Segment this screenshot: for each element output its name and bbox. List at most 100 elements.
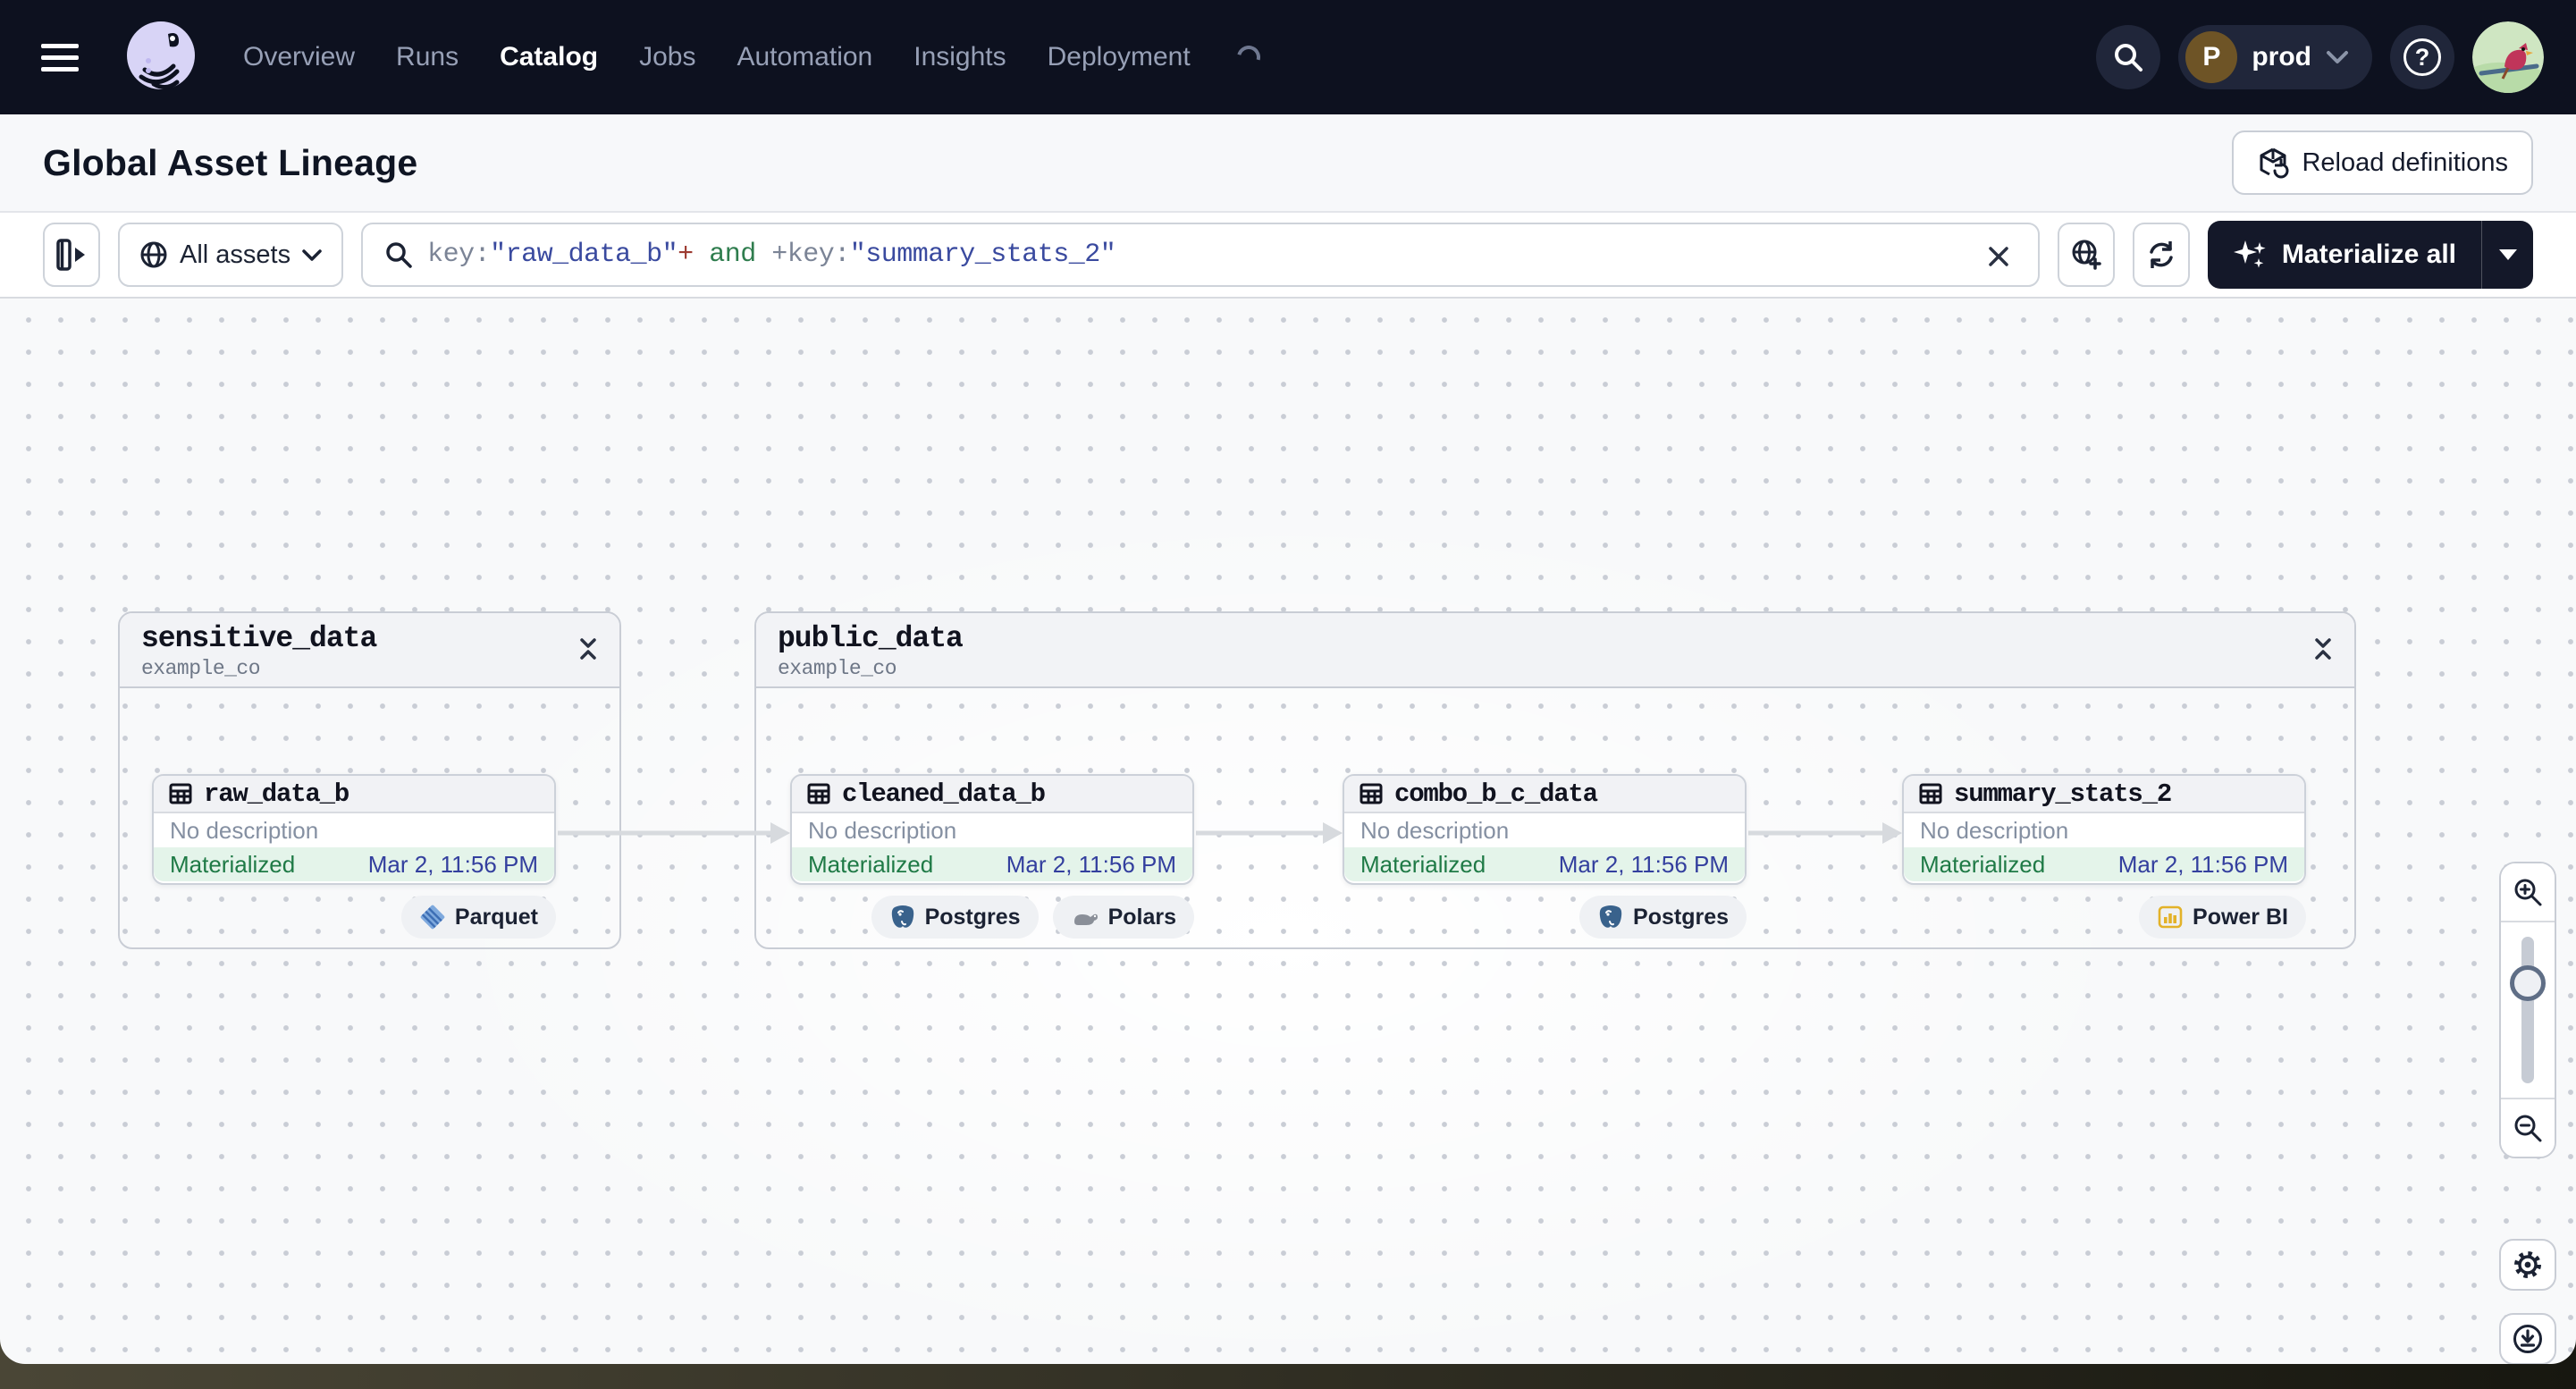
search-query-text: key:"raw_data_b"+ and +key:"summary_stat… xyxy=(427,240,1116,270)
materialize-all-button[interactable]: Materialize all xyxy=(2208,221,2481,289)
asset-scope-label: All assets xyxy=(180,240,291,269)
environment-avatar: P xyxy=(2185,31,2238,83)
refresh-graph-button[interactable] xyxy=(2132,223,2190,287)
asset-name: summary_stats_2 xyxy=(1954,779,2172,809)
help-button[interactable]: ? xyxy=(2390,25,2454,89)
search-button[interactable] xyxy=(2096,25,2161,89)
asset-node-raw-data-b[interactable]: raw_data_b No description Materialized M… xyxy=(152,774,556,885)
zoom-in-button[interactable] xyxy=(2501,863,2555,921)
refresh-icon xyxy=(2150,241,2173,268)
zoom-slider-track xyxy=(2521,937,2534,1083)
asset-node-header: raw_data_b xyxy=(154,776,554,813)
asset-node-combo-b-c-data[interactable]: combo_b_c_data No description Materializ… xyxy=(1343,774,1747,885)
reload-definitions-button[interactable]: Reload definitions xyxy=(2232,130,2533,195)
table-icon xyxy=(807,783,830,804)
nav-item-automation[interactable]: Automation xyxy=(737,42,872,72)
asset-description: No description xyxy=(1360,816,1510,844)
asset-status-row: Materialized Mar 2, 11:56 PM xyxy=(1904,847,2304,881)
filter-scope-button[interactable] xyxy=(2057,223,2115,287)
tag-label: Parquet xyxy=(454,904,538,930)
collapse-group-icon[interactable] xyxy=(577,636,600,661)
page-title: Global Asset Lineage xyxy=(43,141,418,183)
group-header: public_data example_co xyxy=(756,613,2354,688)
group-name: sensitive_data xyxy=(141,622,377,655)
materialize-options-button[interactable] xyxy=(2481,221,2533,289)
environment-switcher[interactable]: P prod xyxy=(2178,25,2372,89)
parquet-icon xyxy=(420,905,445,930)
table-icon xyxy=(1919,783,1942,804)
asset-description: No description xyxy=(808,816,957,844)
search-icon xyxy=(2115,44,2143,72)
tag-power-bi[interactable]: Power BI xyxy=(2139,896,2306,939)
search-icon xyxy=(386,242,412,268)
collapse-group-icon[interactable] xyxy=(2311,636,2335,661)
gear-icon xyxy=(2514,1251,2541,1278)
group-location: example_co xyxy=(778,657,897,680)
group-location: example_co xyxy=(141,657,261,680)
asset-description: No description xyxy=(1920,816,2069,844)
asset-name: raw_data_b xyxy=(204,779,349,809)
lineage-toolbar: All assets key:"raw_data_b"+ and +key:"s… xyxy=(0,213,2576,299)
asset-node-cleaned-data-b[interactable]: cleaned_data_b No description Materializ… xyxy=(790,774,1194,885)
asset-status-row: Materialized Mar 2, 11:56 PM xyxy=(154,847,554,881)
tag-postgres[interactable]: Postgres xyxy=(1579,896,1747,939)
graph-settings-button[interactable] xyxy=(2499,1239,2556,1291)
asset-tags-raw-data-b: Parquet xyxy=(152,896,556,939)
zoom-slider[interactable] xyxy=(2501,921,2555,1099)
asset-tags-summary-stats-2: Power BI xyxy=(1902,896,2306,939)
zoom-slider-handle[interactable] xyxy=(2510,965,2546,1001)
zoom-in-icon xyxy=(2514,879,2542,906)
chevron-down-icon xyxy=(302,249,322,261)
nav-item-insights[interactable]: Insights xyxy=(913,42,1006,72)
open-panel-icon xyxy=(56,239,85,271)
nav-item-overview[interactable]: Overview xyxy=(243,42,355,72)
asset-status-row: Materialized Mar 2, 11:56 PM xyxy=(1344,847,1745,881)
materialize-all-split-button: Materialize all xyxy=(2207,221,2533,289)
page-header: Global Asset Lineage Reload definitions xyxy=(0,114,2576,213)
tag-postgres[interactable]: Postgres xyxy=(871,896,1039,939)
table-icon xyxy=(1360,783,1383,804)
tag-parquet[interactable]: Parquet xyxy=(400,896,556,939)
materialization-timestamp[interactable]: Mar 2, 11:56 PM xyxy=(1006,851,1176,879)
materialization-timestamp[interactable]: Mar 2, 11:56 PM xyxy=(368,851,538,879)
postgres-icon xyxy=(891,905,913,928)
zoom-out-button[interactable] xyxy=(2501,1099,2555,1157)
status-badge: Materialized xyxy=(170,850,296,878)
asset-node-summary-stats-2[interactable]: summary_stats_2 No description Materiali… xyxy=(1902,774,2306,885)
materialize-all-label: Materialize all xyxy=(2281,240,2456,269)
materialization-timestamp[interactable]: Mar 2, 11:56 PM xyxy=(1559,851,1729,879)
materialization-timestamp[interactable]: Mar 2, 11:56 PM xyxy=(2118,851,2288,879)
loading-spinner-icon xyxy=(1232,41,1265,73)
environment-name: prod xyxy=(2252,42,2311,72)
clear-search-button[interactable] xyxy=(1979,237,2018,276)
user-avatar[interactable] xyxy=(2472,21,2544,93)
chevron-down-icon xyxy=(2327,51,2348,63)
reload-definitions-label: Reload definitions xyxy=(2302,147,2508,177)
postgres-icon xyxy=(1599,905,1622,928)
asset-node-header: combo_b_c_data xyxy=(1344,776,1745,813)
nav-item-deployment[interactable]: Deployment xyxy=(1048,42,1191,72)
dagster-logo-icon[interactable] xyxy=(118,14,204,100)
tag-polars[interactable]: Polars xyxy=(1052,896,1194,939)
tag-label: Postgres xyxy=(924,904,1021,930)
asset-search-input[interactable]: key:"raw_data_b"+ and +key:"summary_stat… xyxy=(361,223,2040,287)
sparkles-icon xyxy=(2233,240,2266,268)
asset-node-header: summary_stats_2 xyxy=(1904,776,2304,813)
asset-node-header: cleaned_data_b xyxy=(792,776,1192,813)
menu-icon[interactable] xyxy=(41,29,98,86)
asset-description: No description xyxy=(170,816,319,844)
polars-icon xyxy=(1073,913,1098,925)
close-icon xyxy=(1989,247,2008,266)
nav-right-cluster: P prod ? xyxy=(2096,21,2544,93)
nav-item-jobs[interactable]: Jobs xyxy=(639,42,695,72)
lineage-graph-canvas[interactable]: sensitive_data example_co public_data ex… xyxy=(0,299,2576,1364)
open-sidebar-button[interactable] xyxy=(43,223,100,287)
download-graph-button[interactable] xyxy=(2499,1313,2556,1364)
asset-scope-dropdown[interactable]: All assets xyxy=(118,223,344,287)
globe-icon xyxy=(140,241,167,268)
asset-tags-cleaned-data-b: Postgres Polars xyxy=(790,896,1194,939)
table-icon xyxy=(169,783,192,804)
nav-item-catalog[interactable]: Catalog xyxy=(500,42,598,72)
powerbi-icon xyxy=(2158,905,2183,929)
nav-item-runs[interactable]: Runs xyxy=(396,42,459,72)
